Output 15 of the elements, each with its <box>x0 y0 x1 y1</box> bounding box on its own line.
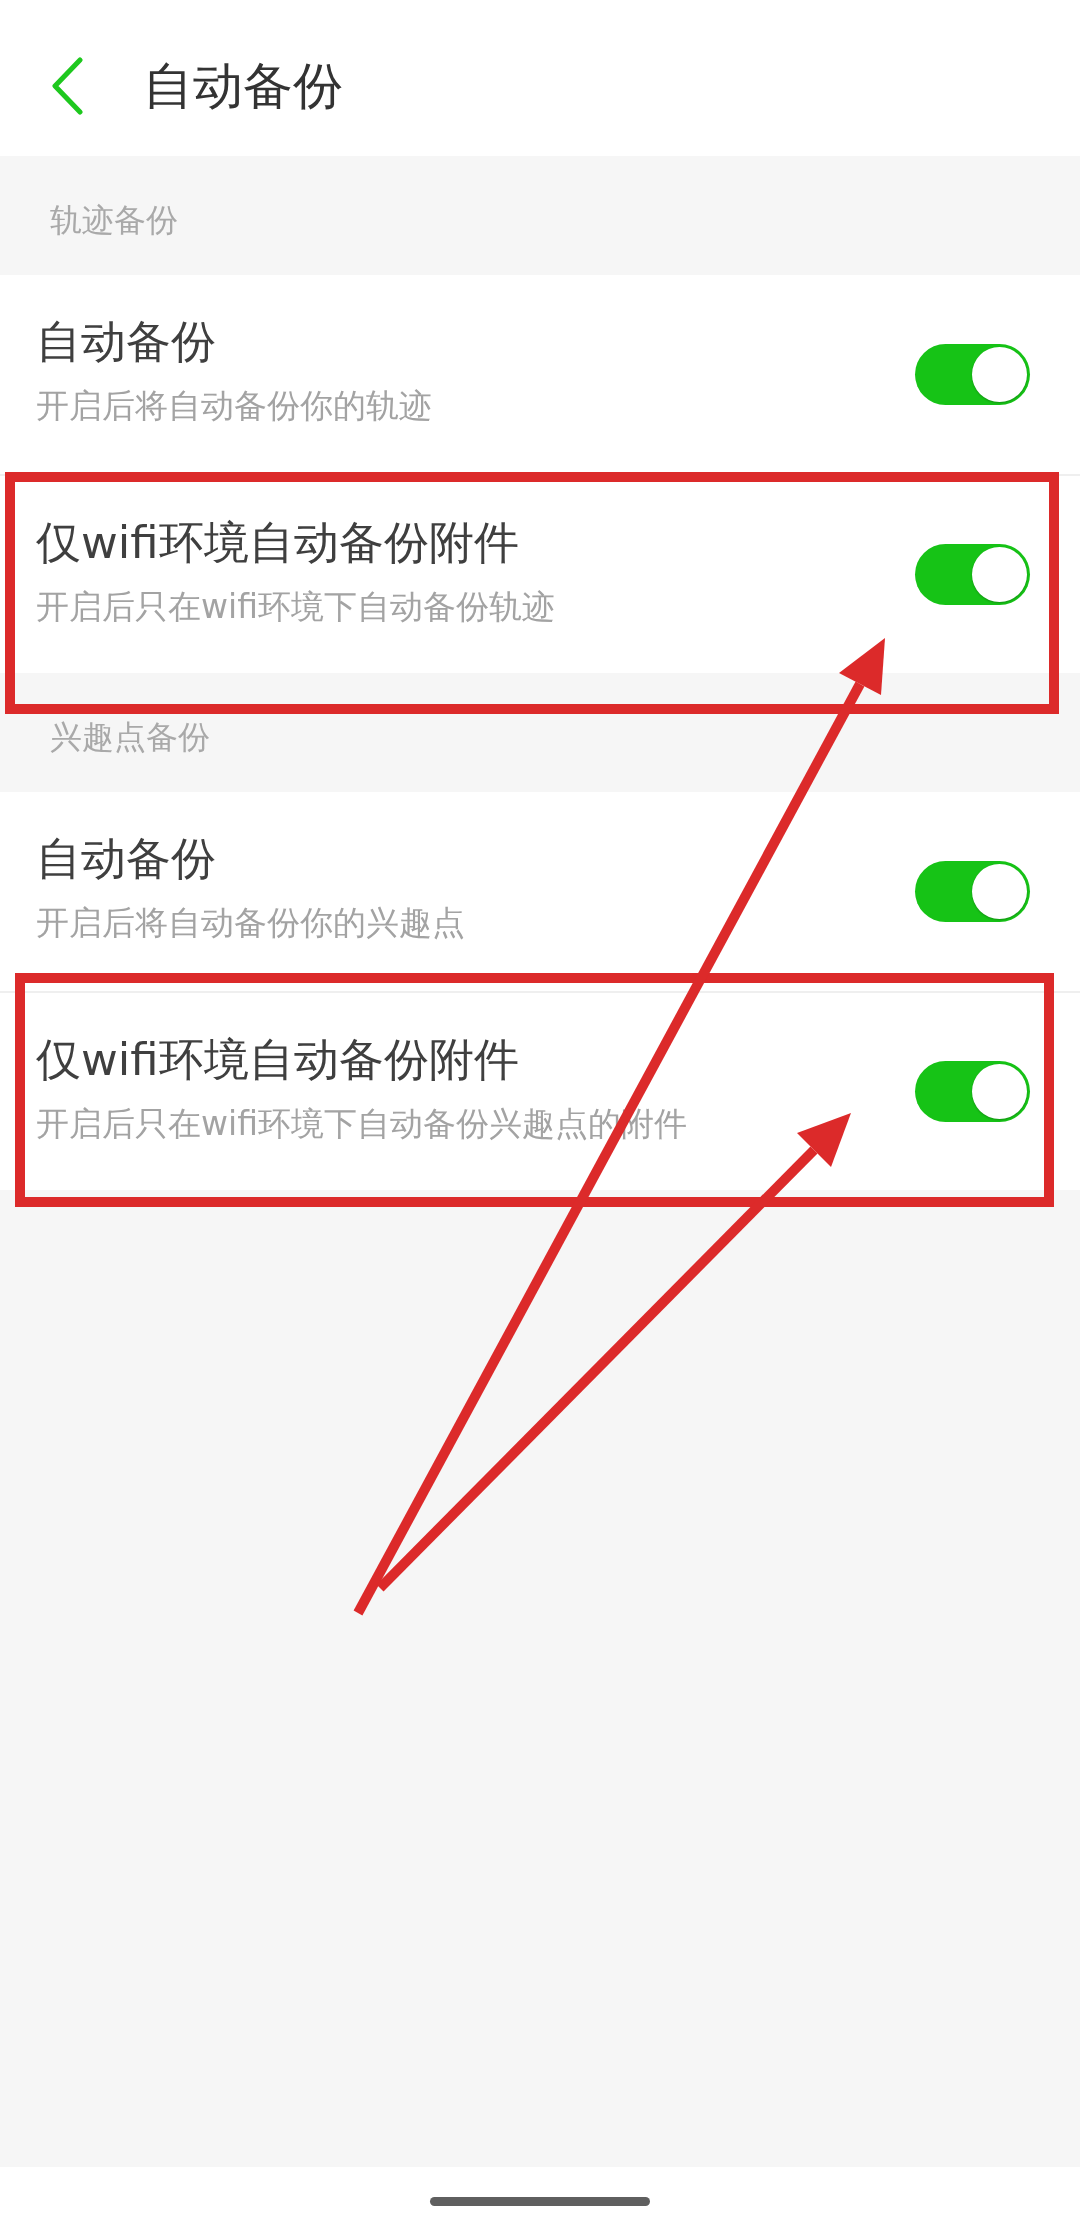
toggle-switch[interactable] <box>915 344 1030 405</box>
section-heading: 轨迹备份 <box>50 200 178 240</box>
setting-title: 仅wifi环境自动备份附件 <box>36 1033 519 1087</box>
section-heading: 兴趣点备份 <box>50 717 210 757</box>
setting-title: 自动备份 <box>36 315 216 369</box>
toggle-switch[interactable] <box>915 861 1030 922</box>
setting-description: 开启后将自动备份你的轨迹 <box>36 386 432 426</box>
toggle-switch[interactable] <box>915 544 1030 605</box>
setting-title: 自动备份 <box>36 832 216 886</box>
setting-description: 开启后只在wifi环境下自动备份轨迹 <box>36 587 555 627</box>
back-icon[interactable] <box>50 57 84 115</box>
setting-description: 开启后将自动备份你的兴趣点 <box>36 903 465 943</box>
setting-title: 仅wifi环境自动备份附件 <box>36 516 519 570</box>
toggle-switch[interactable] <box>915 1061 1030 1122</box>
page-title: 自动备份 <box>143 56 343 116</box>
